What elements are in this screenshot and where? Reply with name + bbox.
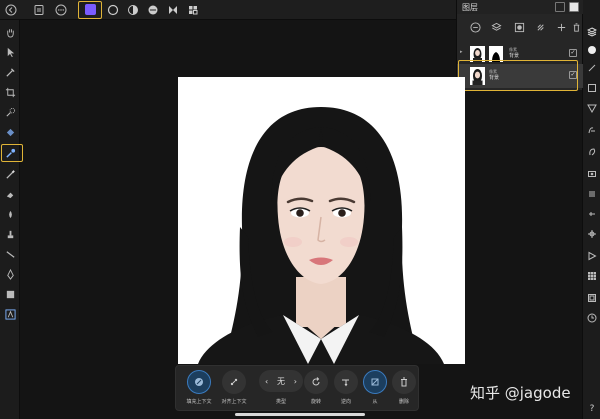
layers-action-bar <box>457 18 583 36</box>
align-context-control[interactable]: 对齐上下文 <box>216 370 252 410</box>
panel-pin-icon[interactable] <box>569 2 579 12</box>
add-layer-icon[interactable] <box>555 21 568 34</box>
layer-visibility-checkbox[interactable]: ✓ <box>569 49 577 57</box>
panel-list-icon[interactable] <box>555 2 565 12</box>
home-indicator <box>235 413 365 416</box>
align-context-label: 对齐上下文 <box>221 399 247 405</box>
studio-strip: ? <box>582 0 600 419</box>
document-icon[interactable] <box>32 3 46 17</box>
layer-effects-icon[interactable] <box>535 21 548 34</box>
layer-mask-icon[interactable] <box>513 21 526 34</box>
export-persona-icon[interactable] <box>166 3 180 17</box>
delete-layer-icon[interactable] <box>570 21 583 34</box>
from-control[interactable]: 从 <box>361 370 389 410</box>
swatches-studio-icon[interactable] <box>586 270 598 282</box>
presets-studio-icon[interactable] <box>586 292 598 304</box>
eraser-tool-icon[interactable] <box>3 187 17 201</box>
adjustments-studio-icon[interactable] <box>586 102 598 114</box>
channels-studio-icon[interactable] <box>586 208 598 220</box>
type-next-icon[interactable]: › <box>294 377 297 386</box>
tone-mapping-persona-icon[interactable] <box>146 3 160 17</box>
delete-label: 删除 <box>398 399 409 405</box>
layers-panel-header: 图层 <box>457 0 583 14</box>
photo-persona-icon[interactable] <box>85 4 96 15</box>
reverse-label: 逆向 <box>340 399 351 405</box>
rotate-label: 旋转 <box>310 399 321 405</box>
liquify-persona-icon[interactable] <box>106 3 120 17</box>
shape-tool-icon[interactable] <box>3 287 17 301</box>
clone-tool-icon[interactable] <box>3 227 17 241</box>
dodge-tool-icon[interactable] <box>3 207 17 221</box>
type-prev-icon[interactable]: ‹ <box>265 377 268 386</box>
delete-button[interactable] <box>392 370 416 394</box>
crop-tool-icon[interactable] <box>3 85 17 99</box>
transform-studio-icon[interactable] <box>586 228 598 240</box>
portrait-photo <box>178 77 465 364</box>
navigator-studio-icon[interactable] <box>586 82 598 94</box>
history-studio-icon[interactable] <box>586 188 598 200</box>
document-canvas[interactable] <box>178 77 465 364</box>
selection-brush-icon[interactable] <box>3 105 17 119</box>
macro-studio-icon[interactable] <box>586 250 598 262</box>
stock-studio-icon[interactable] <box>586 168 598 180</box>
watermark-text: 知乎 @jagode <box>470 384 571 402</box>
hand-tool-icon[interactable] <box>3 25 17 39</box>
effects-studio-icon[interactable] <box>586 124 598 136</box>
layer-blend-icon[interactable] <box>490 21 503 34</box>
selected-layer-highlight <box>458 60 578 91</box>
blemish-tool-icon[interactable] <box>3 247 17 261</box>
develop-persona-icon[interactable] <box>126 3 140 17</box>
context-toolbar: 填充上下文 对齐上下文 ‹ 无 › 类型 旋转 逆向 从 删除 <box>175 365 419 411</box>
left-toolbar <box>0 20 23 419</box>
move-tool-icon[interactable] <box>3 45 17 59</box>
fill-context-control[interactable]: 填充上下文 <box>181 370 217 410</box>
layer-type: 像素 <box>509 47 517 52</box>
paint-brush-icon[interactable] <box>3 167 17 181</box>
type-value: 无 <box>277 376 285 386</box>
help-button[interactable]: ? <box>586 403 598 415</box>
brushes-studio-icon[interactable] <box>586 62 598 74</box>
layer-name: 背景 <box>509 53 520 59</box>
color-picker-icon[interactable] <box>3 65 17 79</box>
reverse-button[interactable] <box>334 370 358 394</box>
pen-tool-icon[interactable] <box>3 267 17 281</box>
more-icon[interactable] <box>54 3 68 17</box>
rotate-button[interactable] <box>304 370 328 394</box>
text-tool-icon[interactable] <box>3 307 17 321</box>
layers-panel-title: 图层 <box>462 3 478 12</box>
type-label: 类型 <box>275 399 286 405</box>
reverse-control[interactable]: 逆向 <box>332 370 360 410</box>
color-studio-icon[interactable] <box>586 44 598 56</box>
fill-tool-icon[interactable] <box>3 125 17 139</box>
type-selector-control[interactable]: ‹ 无 › 类型 <box>256 370 306 410</box>
rotate-control[interactable]: 旋转 <box>302 370 330 410</box>
grid-persona-icon[interactable] <box>186 3 200 17</box>
from-button[interactable] <box>363 370 387 394</box>
type-stepper[interactable]: ‹ 无 › <box>259 370 303 392</box>
from-label: 从 <box>372 399 378 405</box>
text-styles-studio-icon[interactable] <box>586 146 598 158</box>
layer-opacity-icon[interactable] <box>469 21 482 34</box>
align-context-button[interactable] <box>222 370 246 394</box>
layers-studio-icon[interactable] <box>586 26 598 38</box>
layer-expand-icon[interactable]: ▸ <box>460 49 463 55</box>
back-icon[interactable] <box>4 3 18 17</box>
delete-control[interactable]: 删除 <box>390 370 418 410</box>
fill-context-label: 填充上下文 <box>186 399 212 405</box>
inpainting-brush-icon[interactable] <box>3 146 17 160</box>
fill-context-button[interactable] <box>187 370 211 394</box>
clock-studio-icon[interactable] <box>586 312 598 324</box>
